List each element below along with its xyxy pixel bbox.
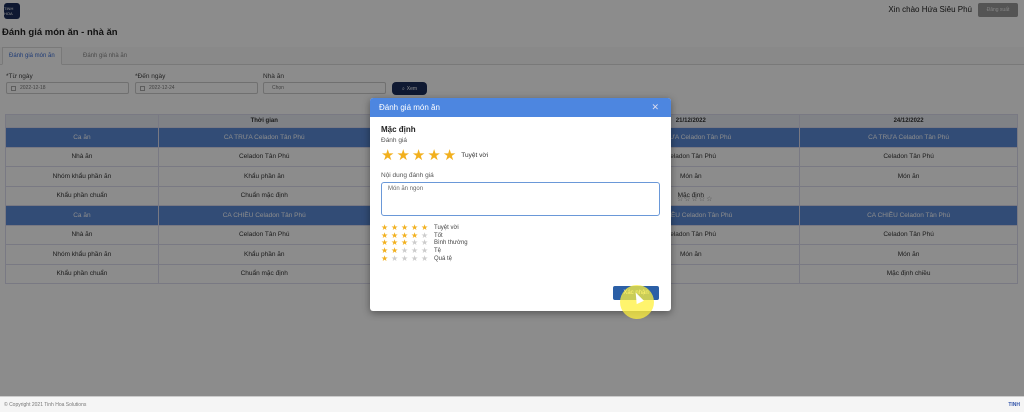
legend-item: ★ ★ ★ ★ ★ Quá tệ — [381, 253, 468, 263]
section-title: Mặc định — [381, 125, 416, 134]
footer: © Copyright 2021 Tinh Hoa Solutions TINH — [0, 396, 1024, 412]
star-icon[interactable]: ★ — [396, 148, 409, 163]
rating-legend: ★ ★ ★ ★ ★ Tuyệt vời ★ ★ ★ ★ ★ Tốt ★ ★ ★ ★ ★ Bình thường… — [381, 223, 468, 263]
star-icon: ★ — [401, 253, 409, 263]
copyright-text: © Copyright 2021 Tinh Hoa Solutions — [4, 401, 87, 408]
legend-label: Bình thường — [434, 240, 468, 247]
star-icon[interactable]: ★ — [412, 148, 425, 163]
star-icon: ★ — [391, 253, 399, 263]
close-icon[interactable]: ✕ — [651, 102, 659, 113]
star-icon[interactable]: ★ — [443, 148, 456, 163]
modal-header: Đánh giá món ăn — [370, 98, 671, 117]
modal-title: Đánh giá món ăn — [379, 103, 440, 112]
rating-modal: Đánh giá món ăn ✕ Mặc định Đánh giá ★ ★ … — [370, 98, 671, 311]
star-icon: ★ — [421, 253, 429, 263]
legend-label: Tuyệt vời — [434, 224, 459, 231]
footer-brand: TINH — [1008, 401, 1020, 408]
rating-stars[interactable]: ★ ★ ★ ★ ★ Tuyệt vời — [381, 148, 488, 163]
rating-text: Tuyệt vời — [461, 152, 489, 159]
legend-label: Tốt — [434, 232, 443, 239]
rating-label: Đánh giá — [381, 137, 408, 144]
star-icon[interactable]: ★ — [381, 148, 394, 163]
star-icon: ★ — [381, 253, 389, 263]
star-icon: ★ — [411, 253, 419, 263]
legend-label: Tệ — [434, 247, 442, 254]
review-textarea[interactable]: Món ăn ngon — [381, 182, 660, 216]
legend-label: Quá tệ — [434, 255, 453, 262]
content-label: Nội dung đánh giá — [381, 172, 434, 179]
star-icon[interactable]: ★ — [427, 148, 440, 163]
